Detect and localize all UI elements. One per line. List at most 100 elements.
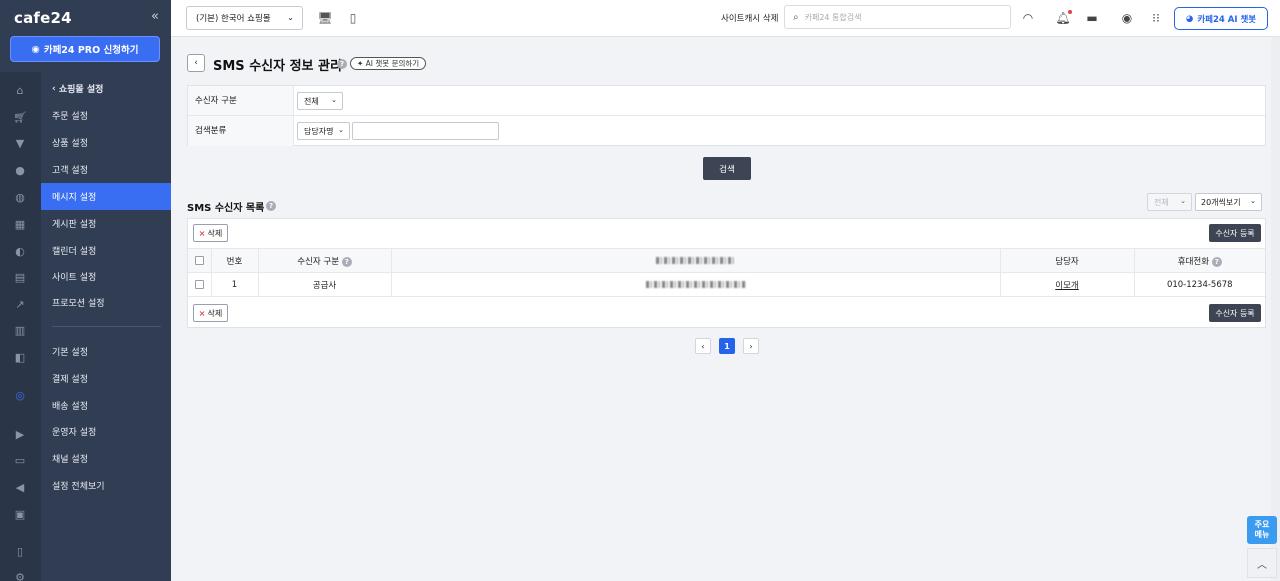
select-all-checkbox[interactable] (194, 255, 204, 265)
redacted-text (645, 280, 746, 288)
chevron-down-icon: ⌄ (331, 96, 337, 104)
home-icon[interactable]: ⌂ (13, 83, 27, 97)
scrollbar-track[interactable] (1271, 37, 1280, 581)
row-no: 1 (210, 272, 259, 297)
search-placeholder: 카페24 통합검색 (804, 12, 862, 22)
help-icon[interactable]: ? (1211, 256, 1222, 267)
doc-icon[interactable]: ▯ (13, 544, 27, 558)
filter-row-search-category: 검색분류 담당자명 ⌄ (188, 116, 1265, 146)
chart-icon[interactable]: ↗ (13, 297, 27, 311)
sidebar: cafe24 « ◉ 카페24 PRO 신청하기 ⌂ 🛒︎ ▼ ● ◍ ▦ ◐ … (0, 0, 171, 581)
person-icon[interactable]: ● (13, 163, 27, 177)
cafe24-logo[interactable]: cafe24 (14, 9, 72, 27)
register-recipient-button-top[interactable]: 수신자 등록 (1209, 224, 1261, 242)
search-button[interactable]: 검색 (703, 157, 751, 180)
pagination-next[interactable]: › (743, 338, 759, 354)
clear-site-cache-link[interactable]: 사이트캐시 삭제 (721, 12, 778, 24)
search-filter-panel: 수신자 구분 전체 ⌄ 검색분류 담당자명 ⌄ (187, 85, 1266, 146)
ai-chatbot-label: 카페24 AI 챗봇 (1197, 14, 1257, 25)
headset-icon[interactable]: ◠ (1020, 10, 1036, 26)
bookmark-icon[interactable]: ▬ (1084, 10, 1100, 26)
recipient-table: 번호 수신자 구분 ? 담당자 휴대전화 ? 1 공급사 이모개 010-123… (188, 248, 1265, 297)
mobile-icon[interactable]: ▯ (346, 11, 360, 25)
search-keyword-input[interactable] (352, 122, 499, 140)
delete-button-bottom[interactable]: × 삭제 (193, 304, 228, 322)
page-size-select[interactable]: 20개씩보기 ⌄ (1195, 193, 1262, 211)
menu-item-product[interactable]: 상품 설정 (41, 129, 171, 156)
pro-apply-label: 카페24 PRO 신청하기 (43, 45, 139, 56)
app-icon[interactable]: ◧ (13, 350, 27, 364)
header-no: 번호 (210, 248, 259, 273)
scroll-to-top-button[interactable]: ︿ (1247, 548, 1277, 578)
header-redacted (390, 248, 1001, 273)
menu-item-shipping[interactable]: 배송 설정 (41, 392, 171, 419)
bell-icon[interactable]: 🔔︎ (1055, 10, 1072, 26)
account-icon[interactable]: ◉ (1119, 10, 1135, 26)
logo-area: cafe24 « (0, 0, 171, 37)
menu-item-payment[interactable]: 결제 설정 (41, 365, 171, 392)
menu-item-site[interactable]: 사이트 설정 (41, 263, 171, 290)
pagination-prev[interactable]: ‹ (695, 338, 711, 354)
redacted-text (655, 256, 736, 264)
close-icon: × (198, 228, 206, 238)
register-recipient-button-bottom[interactable]: 수신자 등록 (1209, 304, 1261, 322)
main-content: ‹ SMS 수신자 정보 관리 ? ✦ AI 챗봇 문의하기 수신자 구분 전체… (171, 37, 1280, 581)
menu-item-message[interactable]: 메시지 설정 (41, 183, 171, 210)
help-icon[interactable]: ? (266, 201, 276, 211)
quick-menu-button[interactable]: 주요 메뉴 (1247, 516, 1277, 544)
global-search-input[interactable]: ⌕ 카페24 통합검색 (784, 5, 1011, 29)
shirt-icon[interactable]: ▼ (13, 136, 27, 150)
help-icon[interactable]: ? (337, 59, 347, 69)
chevron-down-icon: ⌄ (1180, 197, 1186, 205)
megaphone-icon[interactable]: ◀ (13, 480, 27, 494)
collapse-sidebar-icon[interactable]: « (151, 9, 159, 24)
recipient-type-select[interactable]: 전체 ⌄ (297, 92, 343, 110)
calendar-icon[interactable]: ▥ (13, 323, 27, 337)
chevron-down-icon: ⌄ (338, 126, 344, 134)
store-icon[interactable]: ▭ (13, 453, 27, 467)
back-button[interactable]: ‹ (187, 54, 205, 72)
settings-icon[interactable]: ⚙ (13, 570, 27, 581)
delete-button-top[interactable]: × 삭제 (193, 224, 228, 242)
medal-icon[interactable]: ◎ (13, 388, 27, 402)
shop-icon[interactable]: ▣ (13, 507, 27, 521)
grid-icon[interactable]: ▦ (13, 217, 27, 231)
row-type: 공급사 (257, 272, 392, 297)
manager-link[interactable]: 이모개 (1055, 281, 1078, 291)
pagination-page-1[interactable]: 1 (719, 338, 735, 354)
apps-grid-icon[interactable]: ⁝⁝ (1148, 10, 1164, 26)
menu-item-calendar[interactable]: 캘린더 설정 (41, 237, 171, 264)
menu-item-promotion[interactable]: 프로모션 설정 (41, 289, 171, 316)
palette-icon[interactable]: ◐ (13, 244, 27, 258)
row-select-cell (188, 272, 212, 297)
menu-item-order[interactable]: 주문 설정 (41, 102, 171, 129)
list-title: SMS 수신자 목록 (187, 203, 265, 214)
row-manager-cell: 이모개 (999, 272, 1135, 297)
top-header: (기본) 한국어 쇼핑몰 ⌄ 🖥︎ ▯ 사이트캐시 삭제 ⌕ 카페24 통합검색… (171, 0, 1280, 37)
cart-icon[interactable]: 🛒︎ (13, 110, 27, 124)
menu-item-channel[interactable]: 채널 설정 (41, 445, 171, 472)
search-category-value: 담당자명 (304, 126, 334, 136)
filter-all-select: 전체 ⌄ (1147, 193, 1192, 211)
menu-item-customer[interactable]: 고객 설정 (41, 156, 171, 183)
page-size-value: 20개씩보기 (1201, 197, 1241, 207)
sparkle-icon: ✦ (357, 59, 366, 68)
search-category-select[interactable]: 담당자명 ⌄ (297, 122, 350, 140)
ai-bot-icon: ◕ (1185, 13, 1194, 24)
chat-icon[interactable]: ◍ (13, 190, 27, 204)
shop-language-select[interactable]: (기본) 한국어 쇼핑몰 ⌄ (186, 6, 303, 30)
coupon-icon[interactable]: ▤ (13, 270, 27, 284)
menu-item-operator[interactable]: 운영자 설정 (41, 418, 171, 445)
ai-ask-button[interactable]: ✦ AI 챗봇 문의하기 (350, 57, 427, 70)
desktop-icon[interactable]: 🖥︎ (317, 11, 332, 25)
pro-apply-button[interactable]: ◉ 카페24 PRO 신청하기 (10, 36, 160, 62)
help-icon[interactable]: ? (341, 256, 352, 267)
shop-select-value: (기본) 한국어 쇼핑몰 (196, 14, 271, 24)
menu-item-all-settings[interactable]: 설정 전체보기 (41, 472, 171, 499)
youtube-icon[interactable]: ▶ (13, 427, 27, 441)
menu-back-shop-settings[interactable]: ‹ 쇼핑몰 설정 (41, 75, 171, 102)
menu-item-basic[interactable]: 기본 설정 (41, 338, 171, 365)
menu-item-board[interactable]: 게시판 설정 (41, 210, 171, 237)
ai-chatbot-button[interactable]: ◕ 카페24 AI 챗봇 (1174, 7, 1268, 30)
row-checkbox[interactable] (194, 279, 204, 289)
